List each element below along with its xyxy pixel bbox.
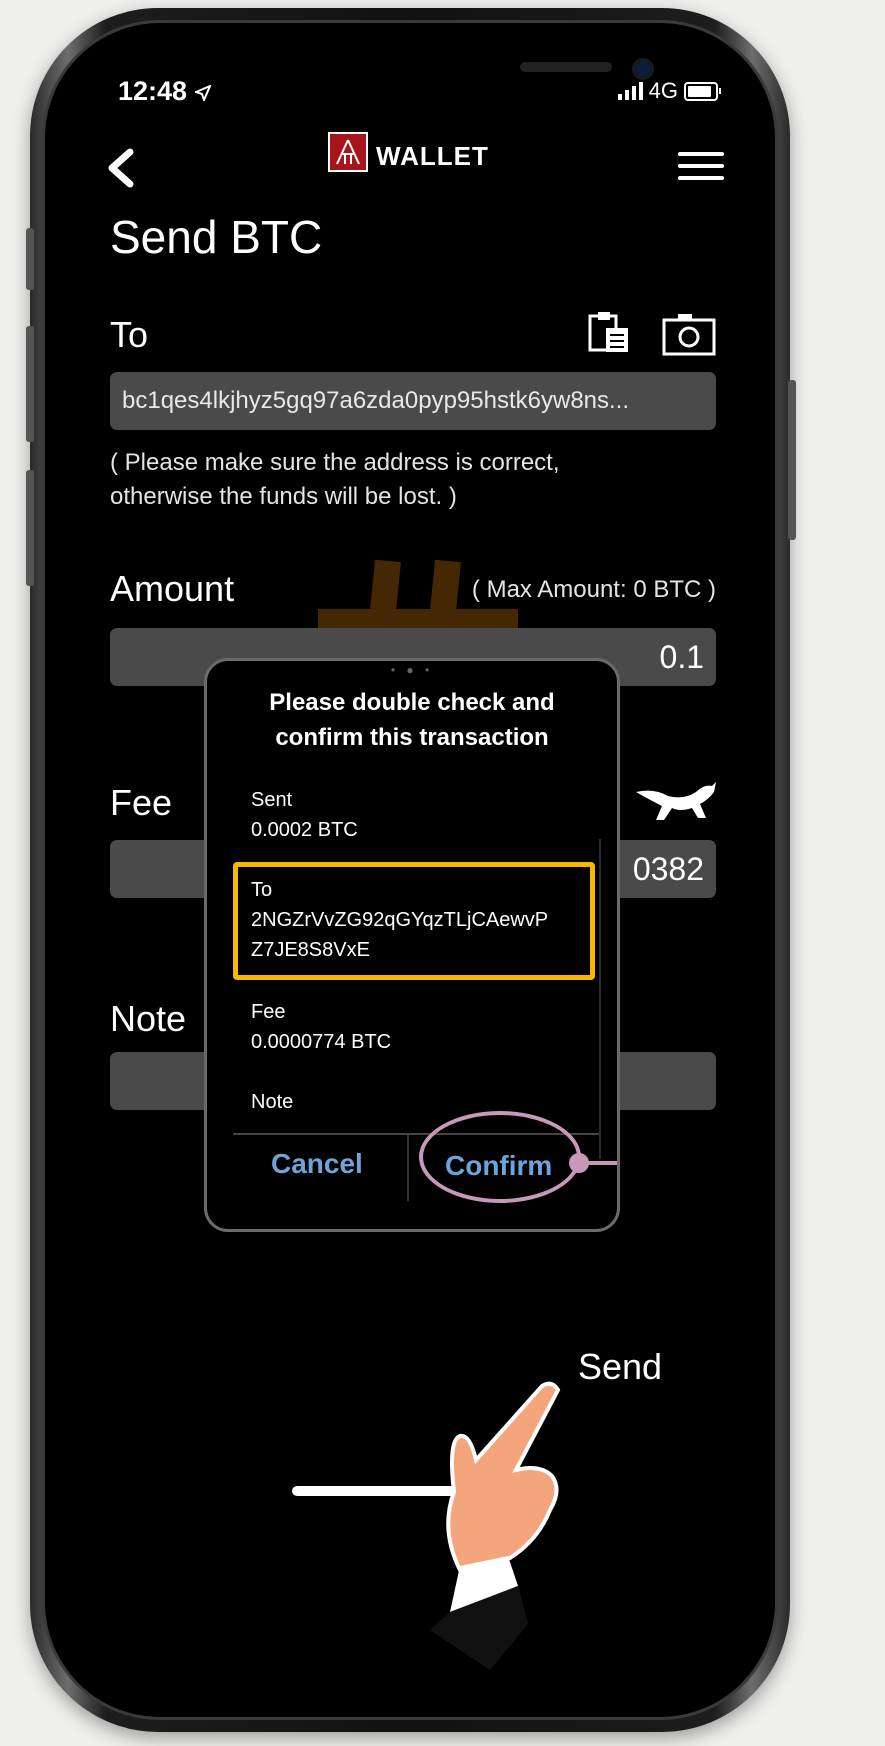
notch [228,46,654,108]
dialog-fee-label: Fee [251,1001,286,1023]
dialog-title: Please double check and confirm this tra… [227,685,597,755]
page-title: Send BTC [110,211,323,263]
address-input[interactable]: bc1qes4lkjhyz5gq97a6zda0pyp95hstk6yw8ns.… [110,372,716,430]
cheetah-icon[interactable] [634,778,718,826]
dialog-note-label: Note [251,1091,294,1113]
signal-icon [617,82,643,100]
dialog-title-line-2: confirm this transaction [275,724,549,751]
dialog-title-line-1: Please double check and [269,689,555,716]
network-type: 4G [648,78,678,103]
camera-icon[interactable] [662,312,716,356]
warning-line-2: otherwise the funds will be lost. ) [110,483,457,510]
dialog-scrollbar[interactable] [599,839,601,1159]
app-logo: WALLET [328,132,489,172]
cancel-button[interactable]: Cancel [271,1148,363,1180]
dialog-drag-dots: • ● • [390,663,434,677]
status-time: 12:48 [118,76,212,107]
front-camera [632,58,654,80]
amount-label: Amount [110,568,235,609]
to-label: To [110,314,149,355]
back-chevron-icon[interactable] [102,146,142,190]
battery-icon [684,81,721,101]
confirm-transaction-dialog: • ● • Please double check and confirm th… [204,658,620,1232]
speaker-grille [520,62,612,72]
phone-mute-switch [26,228,34,290]
logo-text: WALLET [376,141,489,171]
paste-clipboard-icon[interactable] [588,310,630,354]
status-indicators: 4G [617,78,721,104]
pointing-hand-icon [430,1381,561,1670]
phone-volume-up [26,326,34,442]
status-time-text: 12:48 [118,76,188,106]
dialog-button-divider [407,1135,409,1201]
warning-line-1: ( Please make sure the address is correc… [110,449,560,476]
dialog-fee-value: 0.0000774 BTC [251,1031,392,1053]
max-amount: ( Max Amount: 0 BTC ) [471,576,716,603]
fee-label: Fee [110,782,173,823]
phone-power-button [788,380,796,540]
dialog-sent-label: Sent [251,789,293,811]
dialog-sent-value: 0.0002 BTC [251,819,358,841]
confirm-highlight-tail [585,1161,617,1165]
confirm-button[interactable]: Confirm [445,1150,552,1182]
logo-mark-icon [328,132,368,172]
location-arrow-icon [192,83,212,103]
note-label: Note [110,998,187,1039]
menu-icon[interactable] [678,152,724,182]
address-warning: ( Please make sure the address is correc… [110,446,710,514]
to-address-highlight-box [233,862,595,980]
phone-volume-down [26,470,34,586]
